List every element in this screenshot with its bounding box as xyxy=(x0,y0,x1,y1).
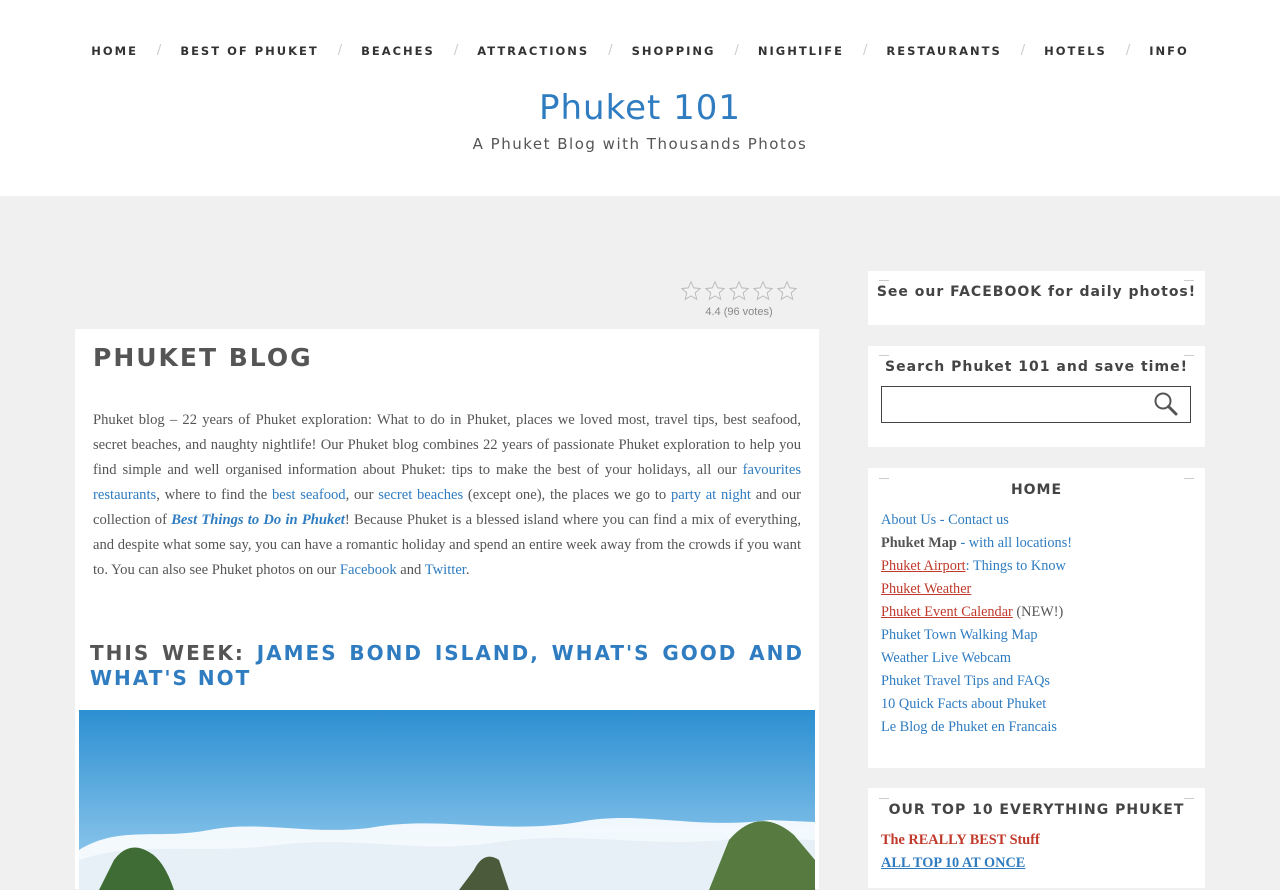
new-badge: (NEW!) xyxy=(1012,604,1064,620)
search-icon[interactable] xyxy=(1153,391,1179,417)
star-rating: 4.4 (96 votes) xyxy=(678,280,800,318)
nav-item-beaches[interactable]: BEACHES xyxy=(361,44,435,58)
list-item: 10 Quick Facts about Phuket xyxy=(881,693,1072,716)
phuket-airport-link[interactable]: Phuket Airport xyxy=(881,558,966,574)
rating-stars xyxy=(678,280,800,302)
list-item: ALL TOP 10 AT ONCE xyxy=(881,852,1040,875)
nav-item-restaurants[interactable]: RESTAURANTS xyxy=(886,44,1001,58)
star-icon[interactable] xyxy=(680,280,702,302)
facebook-link[interactable]: Facebook xyxy=(340,562,397,578)
site-header: HOME / BEST OF PHUKET / BEACHES / ATTRAC… xyxy=(0,0,1280,196)
really-best-stuff-link[interactable]: The REALLY BEST Stuff xyxy=(881,832,1040,848)
top10-links: The REALLY BEST Stuff ALL TOP 10 AT ONCE xyxy=(881,829,1040,875)
facebook-widget: See our FACEBOOK for daily photos! xyxy=(868,271,1205,325)
about-us-link[interactable]: About Us - Contact us xyxy=(881,512,1009,528)
list-item: Phuket Travel Tips and FAQs xyxy=(881,670,1072,693)
intro-text: , where to find the xyxy=(156,487,272,503)
search-widget-title: Search Phuket 101 and save time! xyxy=(868,355,1205,375)
best-seafood-link[interactable]: best seafood xyxy=(272,487,346,503)
nav-item-best-of-phuket[interactable]: BEST OF PHUKET xyxy=(180,44,318,58)
intro-paragraph: Phuket blog – 22 years of Phuket explora… xyxy=(93,408,801,583)
nav-separator: / xyxy=(1125,43,1131,58)
main-content: PHUKET BLOG Phuket blog – 22 years of Ph… xyxy=(75,329,819,890)
search-input[interactable] xyxy=(881,386,1191,423)
phuket-weather-link[interactable]: Phuket Weather xyxy=(881,581,971,597)
list-item: Le Blog de Phuket en Francais xyxy=(881,716,1072,739)
island-photo xyxy=(79,710,815,890)
list-item: The REALLY BEST Stuff xyxy=(881,829,1040,852)
nav-separator: / xyxy=(156,43,162,58)
nav-item-info[interactable]: INFO xyxy=(1149,44,1189,58)
list-item: About Us - Contact us xyxy=(881,509,1072,532)
intro-text: Phuket blog – 22 years of Phuket explora… xyxy=(93,412,801,478)
phuket-map-link-detail[interactable]: - with all locations! xyxy=(957,535,1072,551)
intro-text: and xyxy=(396,562,425,578)
nav-item-shopping[interactable]: SHOPPING xyxy=(632,44,716,58)
home-links: About Us - Contact us Phuket Map - with … xyxy=(881,509,1072,739)
walking-map-link[interactable]: Phuket Town Walking Map xyxy=(881,627,1038,643)
rating-summary: 4.4 (96 votes) xyxy=(705,306,773,318)
intro-text: , our xyxy=(345,487,379,503)
phuket-map-link[interactable]: Phuket Map xyxy=(881,535,957,551)
site-tagline: A Phuket Blog with Thousands Photos xyxy=(472,135,808,153)
intro-text: . xyxy=(465,562,470,578)
star-icon[interactable] xyxy=(704,280,726,302)
event-calendar-link[interactable]: Phuket Event Calendar xyxy=(881,604,1013,620)
nav-separator: / xyxy=(734,43,739,58)
search-widget: Search Phuket 101 and save time! xyxy=(868,346,1205,447)
travel-tips-link[interactable]: Phuket Travel Tips and FAQs xyxy=(881,673,1050,689)
all-top10-link[interactable]: ALL TOP 10 AT ONCE xyxy=(881,855,1025,871)
nav-separator: / xyxy=(453,43,459,58)
live-webcam-link[interactable]: Weather Live Webcam xyxy=(881,650,1011,666)
nav-item-attractions[interactable]: ATTRACTIONS xyxy=(477,44,589,58)
star-icon[interactable] xyxy=(728,280,750,302)
nav-item-home[interactable]: HOME xyxy=(91,44,138,58)
intro-text: (except one), the places we go to xyxy=(463,487,671,503)
list-item: Phuket Town Walking Map xyxy=(881,624,1072,647)
this-week-heading: THIS WEEK: JAMES BOND ISLAND, WHAT'S GOO… xyxy=(90,641,804,691)
top10-widget: OUR TOP 10 EVERYTHING PHUKET The REALLY … xyxy=(868,788,1205,888)
secret-beaches-link[interactable]: secret beaches xyxy=(378,487,463,503)
list-item: Phuket Event Calendar (NEW!) xyxy=(881,601,1072,624)
star-icon[interactable] xyxy=(752,280,774,302)
phuket-airport-detail[interactable]: : Things to Know xyxy=(966,558,1066,574)
nav-item-nightlife[interactable]: NIGHTLIFE xyxy=(758,44,844,58)
twitter-link[interactable]: Twitter xyxy=(425,562,466,578)
list-item: Phuket Map - with all locations! xyxy=(881,532,1072,555)
nav-item-hotels[interactable]: HOTELS xyxy=(1044,44,1107,58)
list-item: Phuket Weather xyxy=(881,578,1072,601)
nav-separator: / xyxy=(337,43,343,58)
list-item: Phuket Airport: Things to Know xyxy=(881,555,1072,578)
top10-widget-title: OUR TOP 10 EVERYTHING PHUKET xyxy=(868,798,1205,818)
best-things-to-do-link[interactable]: Best Things to Do in Phuket xyxy=(171,512,345,528)
nav-separator: / xyxy=(863,43,868,58)
quick-facts-link[interactable]: 10 Quick Facts about Phuket xyxy=(881,696,1046,712)
site-title[interactable]: Phuket 101 xyxy=(0,88,1280,128)
home-widget: HOME About Us - Contact us Phuket Map - … xyxy=(868,468,1205,768)
facebook-widget-title[interactable]: See our FACEBOOK for daily photos! xyxy=(868,280,1205,300)
list-item: Weather Live Webcam xyxy=(881,647,1072,670)
nav-separator: / xyxy=(608,43,613,58)
french-blog-link[interactable]: Le Blog de Phuket en Francais xyxy=(881,719,1057,735)
this-week-label: THIS WEEK: xyxy=(90,641,257,665)
page-title: PHUKET BLOG xyxy=(93,343,313,372)
star-icon[interactable] xyxy=(776,280,798,302)
main-nav: HOME / BEST OF PHUKET / BEACHES / ATTRAC… xyxy=(0,43,1280,58)
nav-separator: / xyxy=(1020,43,1026,58)
featured-post-image[interactable] xyxy=(79,710,815,890)
home-widget-title: HOME xyxy=(868,478,1205,498)
party-at-night-link[interactable]: party at night xyxy=(671,487,751,503)
